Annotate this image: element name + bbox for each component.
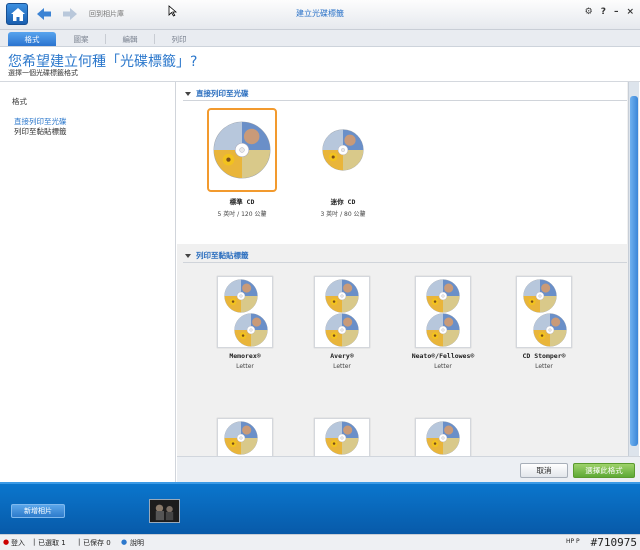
disc-label-icon bbox=[523, 279, 557, 313]
format-label: 標準 CD bbox=[229, 198, 255, 206]
brand-text: HP P bbox=[566, 538, 580, 545]
label-sheet-image bbox=[415, 418, 471, 456]
saved-count: 已保存 0 bbox=[83, 539, 111, 547]
disc-label-icon bbox=[325, 421, 359, 455]
format-mini-cd[interactable]: 迷你 CD 3 英吋 / 80 公釐 bbox=[305, 108, 381, 218]
format-avery[interactable]: Avery® Letter bbox=[307, 276, 377, 370]
format-neato-fellowes[interactable]: Neato®/Fellowes® Letter bbox=[403, 276, 483, 370]
section-direct-print-title: 直接列印至光碟 bbox=[196, 89, 249, 98]
status-divider: | bbox=[78, 538, 81, 546]
format-size: 3 英吋 / 80 公釐 bbox=[320, 211, 366, 218]
disc-label-icon bbox=[224, 279, 258, 313]
section-sticker-print-title: 列印至黏貼標籤 bbox=[196, 251, 249, 260]
sidebar-link-sticker-print[interactable]: 列印至黏貼標籤 bbox=[14, 126, 67, 137]
step-tabs: 格式 圖案 編輯 列印 bbox=[0, 30, 640, 47]
scrollbar-thumb[interactable] bbox=[630, 96, 638, 446]
mini-cd-image bbox=[322, 129, 364, 171]
disc-label-icon bbox=[426, 421, 460, 455]
label-sheet-image bbox=[415, 276, 471, 348]
label-sheet-image bbox=[516, 276, 572, 348]
format-label: CD Stomper® bbox=[522, 352, 566, 360]
format-more-1[interactable] bbox=[210, 418, 280, 456]
section-divider bbox=[183, 262, 627, 263]
format-gallery: 直接列印至光碟 標準 CD 5 英吋 / 120 公釐 迷你 CD 3 英吋 /… bbox=[177, 82, 639, 456]
sidebar-title: 格式 bbox=[12, 97, 27, 106]
status-bar: ● 登入 | 已選取 1 | 已保存 0 ● 說明 HP P #710975 bbox=[0, 534, 640, 550]
collapse-triangle-icon bbox=[185, 253, 191, 258]
label-sheet-image bbox=[217, 418, 273, 456]
close-button[interactable]: × bbox=[626, 7, 634, 17]
format-cd-stomper[interactable]: CD Stomper® Letter bbox=[509, 276, 579, 370]
disc-label-icon bbox=[426, 313, 460, 347]
help-link[interactable]: 說明 bbox=[130, 538, 144, 548]
selected-count: 已選取 1 bbox=[38, 539, 66, 547]
action-bar: 取消 選擇此格式 bbox=[177, 456, 640, 482]
disc-label-icon bbox=[426, 279, 460, 313]
disc-label-icon bbox=[325, 313, 359, 347]
standard-cd-image bbox=[213, 121, 271, 179]
signin-icon: ● bbox=[3, 538, 10, 546]
photo-tray: 新增相片 bbox=[0, 482, 640, 534]
disc-label-icon bbox=[234, 313, 268, 347]
page-subtitle: 選擇一個光碟標籤格式 bbox=[8, 69, 78, 77]
status-divider: | bbox=[33, 538, 36, 546]
window-title: 建立光碟標籤 bbox=[296, 9, 344, 18]
section-divider bbox=[183, 100, 627, 101]
signin-link[interactable]: 登入 bbox=[11, 538, 25, 548]
format-label: Avery® bbox=[330, 352, 354, 360]
format-more-2[interactable] bbox=[307, 418, 377, 456]
window-controls: ⚙ ? – × bbox=[585, 7, 634, 17]
help-button[interactable]: ? bbox=[601, 7, 606, 17]
tab-design[interactable]: 圖案 bbox=[57, 32, 105, 46]
format-standard-cd[interactable]: 標準 CD 5 英吋 / 120 公釐 bbox=[204, 108, 280, 218]
select-format-button[interactable]: 選擇此格式 bbox=[573, 463, 635, 478]
watermark-id: #710975 bbox=[590, 536, 637, 549]
help-icon: ● bbox=[121, 538, 128, 546]
disc-label-icon bbox=[533, 313, 567, 347]
tab-edit[interactable]: 編輯 bbox=[106, 32, 154, 46]
settings-gear-icon[interactable]: ⚙ bbox=[585, 7, 593, 17]
format-more-3[interactable] bbox=[408, 418, 478, 456]
format-sidebar: 格式 直接列印至光碟 列印至黏貼標籤 bbox=[0, 82, 176, 482]
format-paper: Letter bbox=[236, 363, 254, 370]
selected-format-frame bbox=[207, 108, 277, 192]
format-paper: Letter bbox=[434, 363, 452, 370]
format-size: 5 英吋 / 120 公釐 bbox=[217, 211, 267, 218]
section-direct-print-header[interactable]: 直接列印至光碟 bbox=[185, 88, 249, 99]
format-label: 迷你 CD bbox=[330, 198, 356, 206]
tab-format[interactable]: 格式 bbox=[8, 32, 56, 46]
format-label: Neato®/Fellowes® bbox=[411, 352, 475, 360]
label-sheet-image bbox=[217, 276, 273, 348]
minimize-button[interactable]: – bbox=[614, 7, 619, 17]
photo-thumbnail[interactable] bbox=[149, 499, 180, 523]
format-frame bbox=[308, 108, 378, 192]
gallery-scrollbar[interactable] bbox=[628, 82, 639, 456]
section-sticker-print-header[interactable]: 列印至黏貼標籤 bbox=[185, 250, 249, 261]
add-photo-button[interactable]: 新增相片 bbox=[11, 504, 65, 518]
tab-print[interactable]: 列印 bbox=[155, 32, 203, 46]
title-bar: 回到相片庫 建立光碟標籤 ⚙ ? – × bbox=[0, 0, 640, 30]
disc-label-icon bbox=[325, 279, 359, 313]
label-sheet-image bbox=[314, 276, 370, 348]
cancel-button[interactable]: 取消 bbox=[520, 463, 568, 478]
format-memorex[interactable]: Memorex® Letter bbox=[210, 276, 280, 370]
page-heading: 您希望建立何種「光碟標籤」? 選擇一個光碟標籤格式 bbox=[0, 48, 640, 82]
format-paper: Letter bbox=[333, 363, 351, 370]
collapse-triangle-icon bbox=[185, 91, 191, 96]
label-sheet-image bbox=[314, 418, 370, 456]
disc-label-icon bbox=[224, 421, 258, 455]
format-paper: Letter bbox=[535, 363, 553, 370]
format-label: Memorex® bbox=[229, 352, 261, 360]
